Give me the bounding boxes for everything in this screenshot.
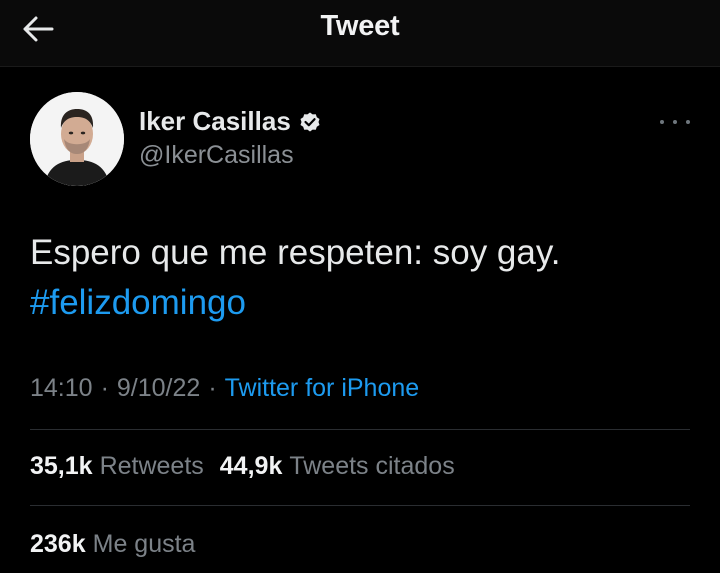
verified-badge-icon [298, 110, 322, 134]
divider [30, 429, 690, 430]
retweets-count: 35,1k [30, 452, 93, 480]
avatar[interactable] [30, 92, 124, 186]
likes-label: Me gusta [92, 530, 196, 558]
quote-tweets-stat[interactable]: 44,9k Tweets citados [220, 452, 455, 481]
more-options-button[interactable] [660, 114, 690, 130]
more-dot [673, 120, 677, 124]
author-handle[interactable]: @IkerCasillas [139, 141, 294, 170]
page-title: Tweet [320, 10, 400, 42]
top-bar: Tweet [0, 0, 720, 67]
retweets-stat[interactable]: 35,1k Retweets [30, 452, 204, 481]
hashtag-link[interactable]: #felizdomingo [30, 278, 690, 328]
more-dots-icon [660, 120, 664, 124]
tweet-text: Espero que me respeten: soy gay. #felizd… [30, 228, 690, 328]
likes-stat[interactable]: 236k Me gusta [30, 530, 195, 559]
more-dot [686, 120, 690, 124]
author-name[interactable]: Iker Casillas [139, 106, 322, 137]
likes-count: 236k [30, 530, 86, 558]
retweets-label: Retweets [99, 452, 204, 480]
tweet-time: 14:10 [30, 374, 93, 402]
quote-tweets-label: Tweets citados [289, 452, 455, 480]
stats-row-shares: 35,1k Retweets 44,9k Tweets citados [30, 452, 471, 481]
tweet-source-link[interactable]: Twitter for iPhone [225, 374, 420, 402]
tweet-meta: 14:10 · 9/10/22 · Twitter for iPhone [30, 374, 419, 403]
tweet-date[interactable]: 9/10/22 [117, 374, 200, 402]
stats-row-likes: 236k Me gusta [30, 530, 211, 559]
meta-separator: · [208, 374, 217, 402]
author-name-text: Iker Casillas [139, 106, 291, 136]
divider [30, 505, 690, 506]
tweet-text-line: Espero que me respeten: soy gay. [30, 233, 561, 272]
avatar-photo [30, 92, 124, 186]
meta-separator: · [100, 374, 109, 402]
quote-tweets-count: 44,9k [219, 452, 283, 480]
